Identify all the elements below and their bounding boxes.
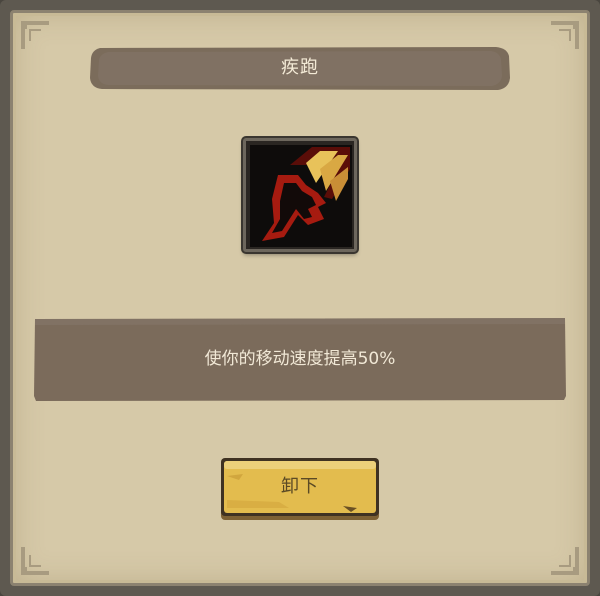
corner-ornament-icon xyxy=(551,547,579,575)
corner-ornament-icon xyxy=(551,21,579,49)
corner-ornament-icon xyxy=(21,21,49,49)
unequip-button[interactable]: 卸下 xyxy=(219,456,381,522)
skill-icon-frame xyxy=(243,138,357,252)
skill-title: 疾跑 xyxy=(281,57,319,78)
dialog-frame: 疾跑 使你的移动速度提高50% 卸下 xyxy=(0,0,600,596)
title-banner: 疾跑 xyxy=(88,44,512,92)
description-bar: 使你的移动速度提高50% xyxy=(32,316,568,402)
sprint-boot-icon xyxy=(250,145,352,247)
skill-description: 使你的移动速度提高50% xyxy=(204,349,396,369)
unequip-button-label: 卸下 xyxy=(281,476,319,497)
corner-ornament-icon xyxy=(21,547,49,575)
